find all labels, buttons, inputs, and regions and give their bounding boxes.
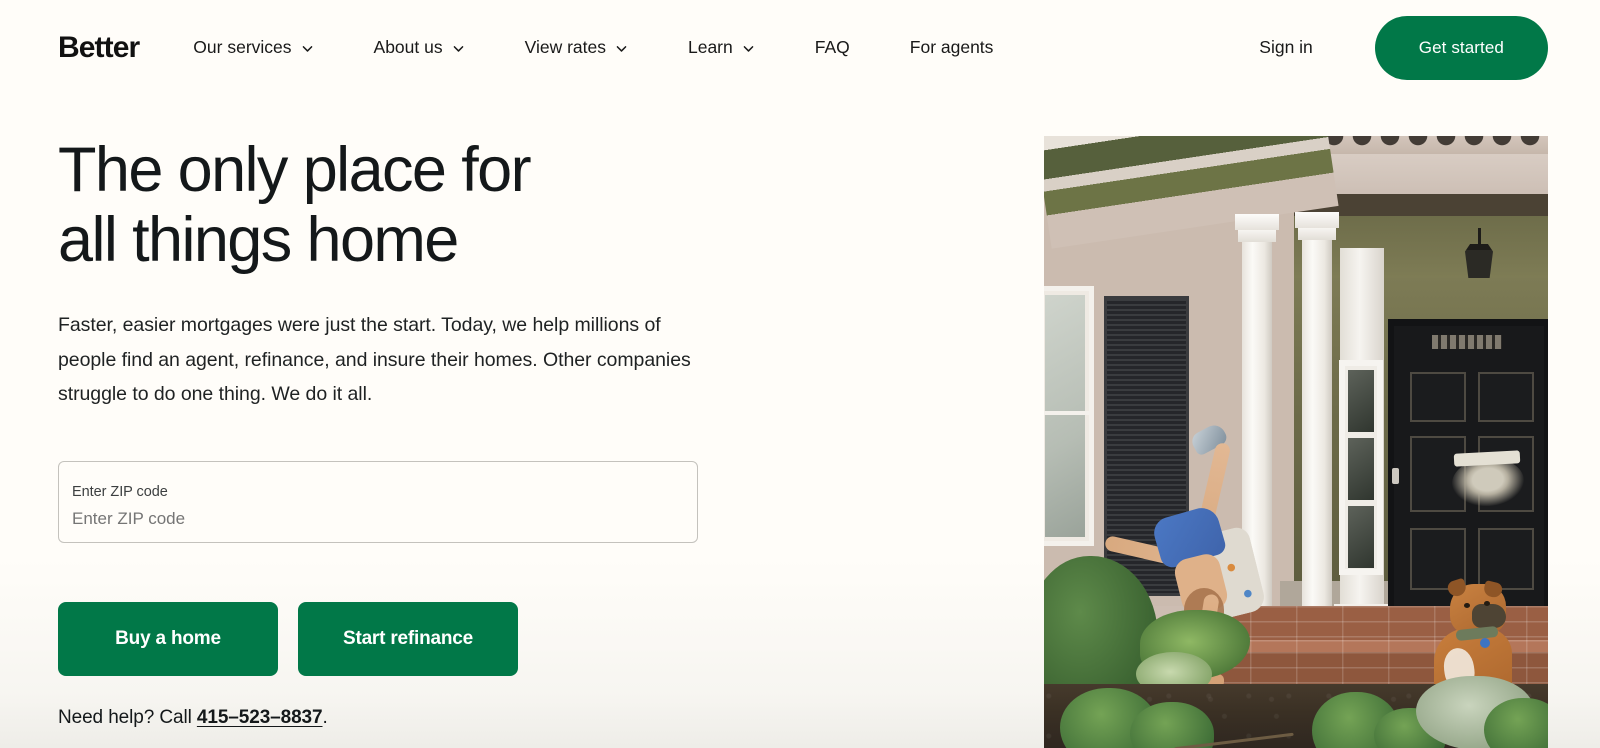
door-panel (1410, 372, 1466, 422)
door-panel (1478, 372, 1534, 422)
nav-item-about-us[interactable]: About us (374, 29, 465, 66)
porch-lantern (1465, 244, 1493, 278)
column-capital (1235, 214, 1279, 230)
nav-item-learn[interactable]: Learn (688, 29, 755, 66)
sign-in-link[interactable]: Sign in (1259, 37, 1313, 58)
hero-description: Faster, easier mortgages were just the s… (58, 313, 691, 406)
page-title: The only place for all things home (58, 135, 1004, 276)
roof-shingle-scallops (1294, 136, 1548, 150)
dog-eye (1484, 601, 1490, 606)
need-help-prefix: Need help? Call (58, 706, 197, 728)
hero-image-container (1044, 136, 1548, 748)
nav-item-label: Our services (193, 37, 292, 57)
hero-content: The only place for all things home Faste… (0, 135, 1044, 729)
chevron-down-icon (452, 42, 465, 55)
column-capital-inner (1238, 230, 1276, 242)
zip-code-input[interactable] (59, 461, 697, 542)
column-capital (1295, 212, 1339, 228)
hero-cta-row: Buy a home Start refinance (58, 601, 1004, 676)
nav-item-faq[interactable]: FAQ (815, 29, 850, 66)
get-started-button[interactable]: Get started (1374, 15, 1548, 80)
chevron-down-icon (301, 42, 314, 55)
nav-item-our-services[interactable]: Our services (193, 29, 313, 66)
hero-section: The only place for all things home Faste… (0, 95, 1600, 748)
column-capital-inner (1298, 228, 1336, 240)
brand-logo[interactable]: Better (58, 32, 140, 63)
nav-item-for-agents[interactable]: For agents (910, 29, 994, 66)
phone-number-link[interactable]: 415–523–8837 (197, 707, 323, 728)
header-actions: Sign in Get started (1259, 15, 1548, 80)
porch-lantern-rod (1478, 228, 1481, 246)
nav-item-label: FAQ (814, 37, 850, 57)
door-knob (1392, 468, 1399, 484)
chevron-down-icon (742, 42, 755, 55)
dog-eye (1464, 603, 1470, 608)
window-glass (1045, 295, 1085, 537)
window-mullion (1044, 411, 1089, 415)
primary-navigation: Our services About us View rates Learn F… (193, 29, 1259, 66)
site-header: Better Our services About us View rates … (0, 0, 1600, 95)
page-title-line-1: The only place for (58, 135, 532, 205)
nav-item-view-rates[interactable]: View rates (525, 29, 628, 66)
door-transom (1432, 335, 1502, 349)
sidelight-pane (1348, 370, 1374, 432)
need-help-text: Need help? Call 415–523–8837. (58, 707, 1004, 729)
nav-item-label: View rates (524, 37, 606, 57)
dog-muzzle (1472, 604, 1506, 628)
dog-collar-tag (1480, 638, 1490, 648)
need-help-suffix: . (322, 706, 328, 728)
page-title-line-2: all things home (58, 204, 459, 275)
start-refinance-button[interactable]: Start refinance (298, 601, 518, 676)
nav-item-label: Learn (687, 37, 733, 57)
buy-a-home-button[interactable]: Buy a home (58, 601, 278, 676)
zip-code-field[interactable]: Enter ZIP code (58, 460, 698, 543)
chevron-down-icon (615, 42, 628, 55)
nav-item-label: For agents (909, 37, 994, 57)
page-root: Better Our services About us View rates … (0, 0, 1600, 748)
nav-item-label: About us (373, 37, 443, 57)
hero-photo (1044, 136, 1548, 748)
side-window (1044, 286, 1094, 546)
